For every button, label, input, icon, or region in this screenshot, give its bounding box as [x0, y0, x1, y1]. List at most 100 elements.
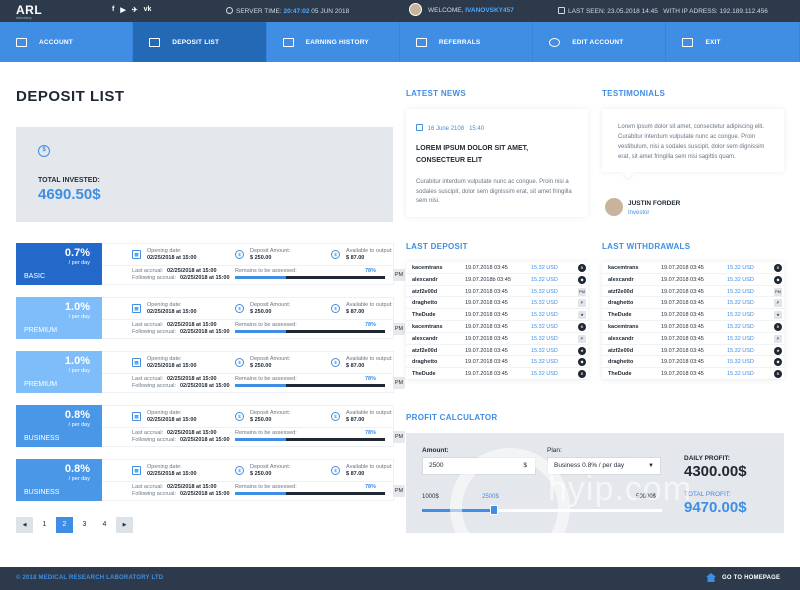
plan-details: ▤ Opening date: 02/25/2018 at 15:00 $ Deposi… [102, 351, 405, 393]
table-row: alexcandr 19.07.2018 03:45 15.32 USD P [602, 333, 784, 345]
row-amount: 15.32 USD [531, 300, 558, 307]
progress-fill [235, 438, 286, 441]
daily-profit-label: DAILY PROFIT: [684, 455, 730, 462]
news-date: 16 June 2108 15:40 [416, 124, 484, 132]
news-time: 15:40 [469, 126, 485, 132]
row-user: TheDude [412, 312, 436, 319]
telegram-icon[interactable]: ✈ [132, 6, 138, 14]
payment-system-icon: B [774, 370, 782, 379]
plan-period: / per day [68, 422, 90, 428]
row-user: alexcandr [412, 276, 438, 283]
following-accrual: 02/25/2018 at 15:00 [180, 437, 230, 443]
deposit-list-icon [149, 37, 161, 47]
welcome-label: WELCOME, [428, 7, 464, 14]
payment-system-icon: B [578, 264, 586, 272]
dollar-coin-icon: $ [331, 466, 340, 475]
opening-date-label: Opening date: [147, 356, 182, 362]
payment-system-icon: ◆ [774, 358, 782, 367]
available-output-label: Available to output: [346, 464, 393, 470]
home-icon[interactable] [706, 573, 716, 582]
remains-label: Remains to be assessed: [235, 376, 297, 382]
plan-details: ▤ Opening date: 02/25/2018 at 15:00 $ Deposi… [102, 243, 405, 285]
amount-slider-track[interactable] [422, 509, 662, 512]
row-date: 19.07.2018 03:45 [661, 276, 704, 283]
pager-page-4[interactable]: 4 [96, 517, 113, 533]
following-accrual: 02/25/2018 at 15:00 [180, 275, 230, 281]
server-time: SERVER TIME: 20:47:02 05 JUN 2018 [226, 7, 349, 15]
remains-percent: 78% [365, 376, 377, 382]
plan-select[interactable]: Business 0.8% / per day ▼ [547, 457, 661, 475]
pager-page-3[interactable]: 3 [76, 517, 93, 533]
divider [102, 319, 393, 320]
row-date: 19.07.2018 03:45 [661, 359, 704, 366]
vk-icon[interactable]: vk [144, 6, 152, 14]
divider [102, 427, 393, 428]
payment-system-icon: ★ [774, 311, 782, 320]
pager-prev[interactable]: ◀ [16, 517, 33, 533]
nav-earning-history[interactable]: EARNING HISTORY [267, 22, 400, 62]
row-user: atzf2e00d [608, 288, 634, 295]
row-user: TheDude [412, 371, 436, 378]
last-seen-value: 23.05.2018 14:45 [607, 8, 658, 15]
row-amount: 15.32 USD [531, 371, 558, 378]
youtube-icon[interactable]: ▶ [120, 6, 125, 14]
plan-name: BUSINESS [24, 489, 60, 496]
row-date: 19.07.2018 03:45 [661, 300, 704, 307]
row-user: draghetto [608, 359, 634, 366]
deposit-plan-card: 1.0% / per day PREMIUM ▤ Opening date: 02/25/… [16, 297, 405, 339]
row-date: 19.07.2018 03:45 [465, 347, 508, 354]
row-user: kacemtrans [608, 265, 639, 271]
dollar-coin-icon: $ [235, 304, 244, 313]
payment-system-icon: ◆ [578, 358, 586, 367]
nav-exit[interactable]: EXIT [666, 22, 800, 62]
table-row: atzf2e00d 19.07.2018 03:45 15.32 USD ★ [602, 345, 784, 357]
available-output: $ 87.00 [346, 255, 365, 261]
last-accrual: 02/25/2018 at 15:00 [167, 322, 217, 328]
last-accrual: 02/25/2018 at 15:00 [167, 430, 217, 436]
profit-calculator: Amount: 2500 $ Plan: Business 0.8% / per … [406, 433, 784, 533]
row-amount: 15.32 USD [531, 265, 558, 271]
pager-next[interactable]: ▶ [116, 517, 133, 533]
go-to-homepage-link[interactable]: GO TO HOMEPAGE [722, 575, 780, 581]
pager-page-2[interactable]: 2 [56, 517, 73, 533]
payment-system-icon: PM [578, 287, 586, 296]
remains-label: Remains to be assessed: [235, 322, 297, 328]
row-date: 19.07.2018 03:45 [465, 371, 508, 378]
nav-deposit-list[interactable]: DEPOSIT LIST [133, 22, 267, 62]
row-user: TheDude [608, 312, 632, 319]
plan-period: / per day [68, 476, 90, 482]
table-row: kacemtrans 19.07.2018 03:45 15.32 USD B [406, 321, 588, 333]
row-amount: 15.32 USD [531, 359, 558, 366]
amount-slider-handle[interactable] [490, 505, 498, 515]
news-title[interactable]: LOREM IPSUM DOLOR SIT AMET, CONSECTEUR E… [416, 143, 576, 167]
deposit-amount-label: Deposit Amount: [250, 248, 291, 254]
username[interactable]: IVANOVSKY457 [465, 7, 514, 14]
nav-referrals[interactable]: REFERRALS [400, 22, 534, 62]
plan-details: ▤ Opening date: 02/25/2018 at 15:00 $ Deposi… [102, 459, 405, 501]
nav-label: EDIT ACCOUNT [572, 38, 624, 46]
nav-edit-account[interactable]: EDIT ACCOUNT [533, 22, 667, 62]
payment-system-icon: ★ [578, 346, 586, 355]
amount-currency: $ [523, 462, 527, 469]
row-date: 19.07.2018 03:45 [661, 265, 704, 271]
nav-account[interactable]: ACCOUNT [0, 22, 134, 62]
remains-percent: 78% [365, 484, 377, 490]
nav-label: EARNING HISTORY [305, 38, 369, 46]
remains-percent: 78% [365, 268, 377, 274]
remains-progress-bar [235, 384, 385, 387]
payment-system-icon: P [578, 334, 586, 343]
news-card[interactable]: 16 June 2108 15:40 LOREM IPSUM DOLOR SIT… [406, 109, 588, 217]
progress-fill [235, 384, 286, 387]
row-date: 19.07.2018 03:45 [661, 347, 704, 354]
perfect-money-icon: PM [393, 323, 405, 335]
plan-period: / per day [68, 260, 90, 266]
deposit-plan-card: 1.0% / per day PREMIUM ▤ Opening date: 02/25/… [16, 351, 405, 393]
amount-input[interactable]: 2500 $ [422, 457, 536, 475]
pager-page-1[interactable]: 1 [36, 517, 53, 533]
facebook-icon[interactable]: f [112, 6, 114, 14]
table-row: draghetto 19.07.2018 03:45 15.32 USD P [602, 297, 784, 310]
opening-date: 02/25/2018 at 15:00 [147, 417, 197, 423]
user-avatar[interactable] [409, 3, 422, 16]
following-accrual: 02/25/2018 at 15:00 [180, 329, 230, 335]
logo[interactable]: ARL laboratory [16, 3, 42, 20]
